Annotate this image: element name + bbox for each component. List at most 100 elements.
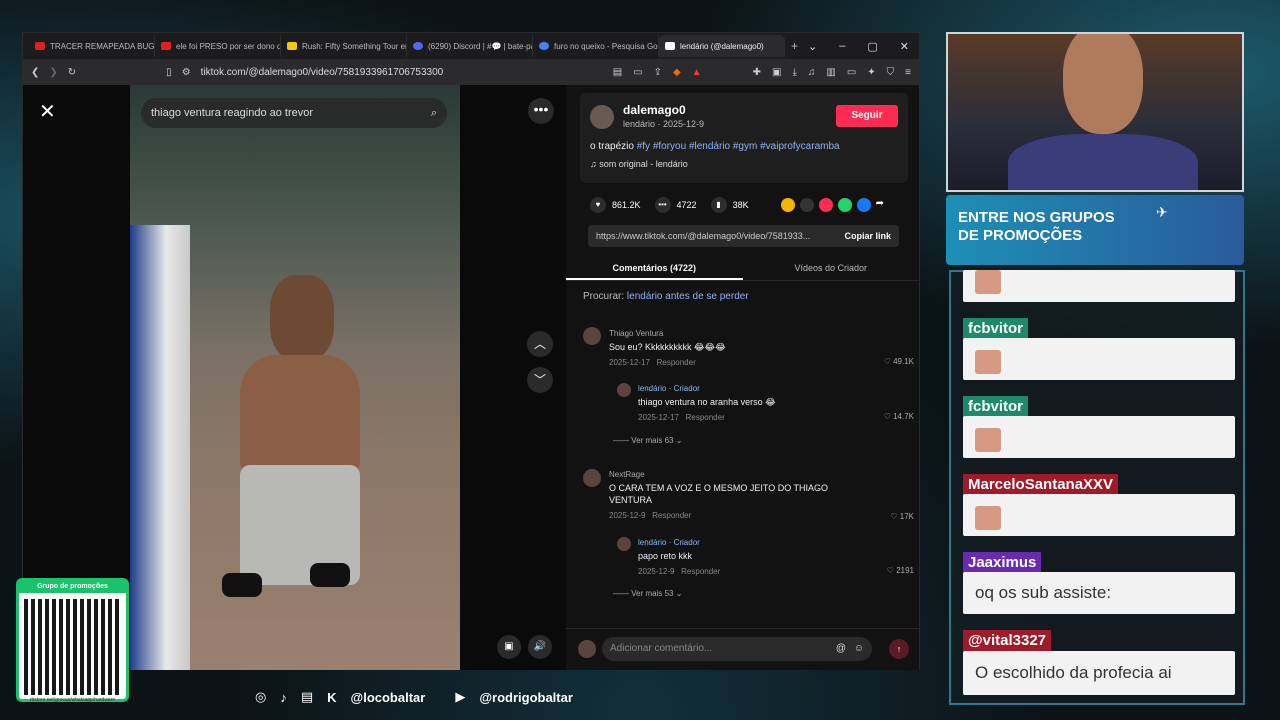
- share-arrow-icon[interactable]: ➦: [876, 198, 890, 212]
- ai-icon[interactable]: ✦: [867, 67, 875, 78]
- search-input[interactable]: thiago ventura reagindo ao trevor ⌕: [141, 98, 447, 128]
- send-comment-button[interactable]: ↑: [889, 639, 909, 659]
- address-bar: ❮ ❯ ↻ ▯ ⚙ tiktok.com/@dalemago0/video/75…: [23, 59, 919, 85]
- facebook-icon[interactable]: [856, 198, 871, 212]
- emoji-icon[interactable]: ☺: [854, 637, 864, 661]
- volume-icon[interactable]: 🔊: [528, 635, 552, 659]
- tab-6-active[interactable]: lendário (@dalemago0): [659, 35, 785, 57]
- coin-icon[interactable]: [780, 198, 795, 212]
- next-video-button[interactable]: ﹀: [527, 367, 553, 393]
- comment-avatar[interactable]: [583, 327, 601, 345]
- music-icon[interactable]: ♫: [808, 67, 816, 78]
- tab-5[interactable]: furo no queixo - Pesquisa Google: [533, 35, 659, 57]
- minimize-button[interactable]: –: [839, 40, 845, 53]
- tiktok-icon: [665, 42, 675, 50]
- post-username[interactable]: dalemago0: [623, 103, 686, 117]
- tab-3[interactable]: Rush: Fifty Something Tour em 20: [281, 35, 407, 57]
- reply-item: lendário · Criador thiago ventura no ara…: [638, 384, 914, 422]
- maximize-button[interactable]: ▢: [867, 40, 877, 53]
- like-button[interactable]: ♥ 861.2K: [590, 197, 641, 213]
- chat-overlay: fcbvitor fcbvitor MarceloSantanaXXV Jaax…: [949, 270, 1245, 705]
- embed-icon[interactable]: [799, 198, 814, 212]
- bookmark-icon[interactable]: ▯: [166, 67, 172, 78]
- search-suggestion[interactable]: Procurar: lendário antes de se perder: [583, 291, 749, 302]
- whatsapp-icon[interactable]: [837, 198, 852, 212]
- forward-icon[interactable]: ❯: [49, 67, 57, 78]
- qr-code-card: Grupo de promoções rbstore.net/grocus/wh…: [16, 578, 129, 703]
- menu-icon[interactable]: ≡: [905, 67, 911, 78]
- reply-button[interactable]: Responder: [657, 358, 696, 367]
- tab-1[interactable]: TRACER REMAPEADA BUGANDO: [29, 35, 155, 57]
- wall-stripe: [130, 225, 190, 670]
- chat-username: Jaaximus: [963, 552, 1042, 574]
- comment-avatar[interactable]: [583, 469, 601, 487]
- more-options-icon[interactable]: •••: [528, 98, 554, 124]
- wallet-icon[interactable]: ▭: [847, 67, 856, 78]
- close-window-button[interactable]: ✕: [900, 40, 909, 53]
- search-icon[interactable]: ⌕: [431, 107, 437, 120]
- pip-icon[interactable]: ▣: [497, 635, 521, 659]
- download-icon[interactable]: ⤓: [792, 67, 796, 78]
- right-shoe: [310, 563, 350, 587]
- twitch-icon: ▤: [300, 689, 314, 704]
- comment-like[interactable]: ♡ 49.1K: [884, 357, 914, 366]
- reload-icon[interactable]: ↻: [68, 67, 76, 78]
- hashtags[interactable]: #fy #foryou #lendário #gym #vaiprofycara…: [637, 141, 840, 152]
- extensions-icon[interactable]: ✚: [753, 67, 761, 78]
- view-more-replies[interactable]: —— Ver mais 53 ⌄: [613, 589, 682, 598]
- back-icon[interactable]: ❮: [31, 67, 39, 78]
- google-icon: [539, 42, 549, 50]
- reply-avatar[interactable]: [617, 383, 631, 397]
- url-field[interactable]: tiktok.com/@dalemago0/video/758193396170…: [201, 67, 603, 78]
- browser-window: TRACER REMAPEADA BUGANDO ele foi PRESO p…: [22, 32, 920, 670]
- chevron-down-icon[interactable]: ⌄: [808, 40, 817, 53]
- discord-icon: [413, 42, 423, 50]
- comment-item: Thiago Ventura Sou eu? Kkkkkkkkkk 😂😂😂 20…: [609, 329, 914, 367]
- comment-like[interactable]: ♡ 2191: [887, 566, 914, 575]
- send-icon[interactable]: [818, 198, 833, 212]
- avatar[interactable]: [590, 105, 614, 129]
- view-more-replies[interactable]: —— Ver mais 63 ⌄: [613, 436, 682, 445]
- screenshot-icon[interactable]: ▣: [772, 67, 781, 78]
- comment-like[interactable]: ♡ 14.7K: [884, 412, 914, 421]
- emote-icon: [975, 428, 1001, 452]
- post-description: o trapézio #fy #foryou #lendário #gym #v…: [590, 141, 840, 152]
- tab-comments[interactable]: Comentários (4722): [566, 255, 743, 280]
- copy-link-row: https://www.tiktok.com/@dalemago0/video/…: [588, 225, 899, 247]
- brave-shield-icon[interactable]: ◆: [673, 67, 681, 78]
- comment-icon: •••: [654, 197, 671, 213]
- mention-icon[interactable]: @: [836, 637, 846, 661]
- vpn-icon[interactable]: ⛉: [887, 67, 895, 78]
- reply-button[interactable]: Responder: [686, 413, 725, 422]
- copy-link-button[interactable]: Copiar link: [844, 231, 891, 241]
- reply-button[interactable]: Responder: [652, 511, 691, 520]
- tab-4[interactable]: (6290) Discord | #💬 | bate-papo: [407, 35, 533, 57]
- post-info-card: dalemago0 lendário · 2025-12-9 Seguir o …: [580, 93, 908, 183]
- window-controls: ⌄ – ▢ ✕: [808, 40, 919, 53]
- tab-2[interactable]: ele foi PRESO por ser dono de um: [155, 35, 281, 57]
- prev-video-button[interactable]: ︿: [527, 331, 553, 357]
- close-icon[interactable]: ✕: [39, 99, 56, 124]
- follow-button[interactable]: Seguir: [836, 105, 898, 127]
- tab-creator-videos[interactable]: Vídeos do Criador: [743, 255, 920, 280]
- heart-icon: ♥: [590, 197, 606, 213]
- rewards-icon[interactable]: ▲: [692, 67, 702, 78]
- emote-icon: [975, 506, 1001, 530]
- site-settings-icon[interactable]: ⚙: [182, 67, 191, 78]
- music-link[interactable]: ♫ som original - lendário: [590, 159, 688, 169]
- streamer-shirt: [1008, 134, 1198, 190]
- sidebar-icon[interactable]: ▥: [826, 67, 835, 78]
- comment-input[interactable]: Adicionar comentário... @ ☺: [602, 637, 872, 661]
- cast-icon[interactable]: ▭: [633, 67, 642, 78]
- chat-username: @vital3327: [963, 630, 1052, 652]
- video-frame[interactable]: [130, 85, 460, 670]
- reader-icon[interactable]: ▤: [613, 67, 622, 78]
- comment-button[interactable]: ••• 4722: [654, 197, 697, 213]
- comment-like[interactable]: ♡ 17K: [890, 512, 914, 521]
- reply-button[interactable]: Responder: [681, 567, 720, 576]
- reply-avatar[interactable]: [617, 537, 631, 551]
- new-tab-button[interactable]: +: [791, 39, 798, 53]
- save-button[interactable]: ▮ 38K: [710, 197, 749, 213]
- share-icon[interactable]: ⇪: [654, 67, 662, 78]
- chat-username: MarceloSantanaXXV: [963, 474, 1119, 496]
